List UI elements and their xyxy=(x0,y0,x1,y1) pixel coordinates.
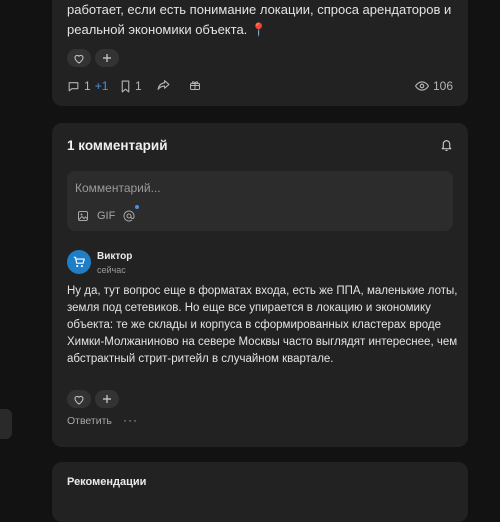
post-card: работает, если есть понимание локации, с… xyxy=(52,0,468,106)
heart-icon xyxy=(74,395,84,405)
bookmarks-count[interactable]: 1 xyxy=(120,79,142,93)
post-text: работает, если есть понимание локации, с… xyxy=(67,2,452,37)
cart-icon xyxy=(73,256,85,268)
comments-title: 1 комментарий xyxy=(67,138,168,153)
eye-icon xyxy=(414,81,429,91)
pin-emoji: 📍 xyxy=(250,22,268,37)
recommendations-card: Рекомендации xyxy=(52,462,468,522)
reply-button[interactable]: Ответить xyxy=(67,415,112,427)
avatar[interactable] xyxy=(67,250,91,274)
comments-new: +1 xyxy=(94,79,109,93)
heart-icon xyxy=(74,54,84,64)
recommendations-title: Рекомендации xyxy=(67,476,147,488)
notification-dot xyxy=(135,205,140,209)
comment-add-reaction-button[interactable] xyxy=(95,390,119,408)
subscribe-button[interactable] xyxy=(440,138,453,157)
comment-like-button[interactable] xyxy=(67,390,91,408)
mention-button[interactable] xyxy=(123,205,140,223)
comment-composer[interactable]: Комментарий... GIF xyxy=(67,171,453,231)
more-options-button[interactable]: ··· xyxy=(123,413,138,427)
comments-count[interactable]: 1 +1 xyxy=(67,79,108,93)
add-reaction-button[interactable] xyxy=(95,49,119,67)
share-button[interactable] xyxy=(157,79,170,91)
left-sidebar-tab[interactable] xyxy=(0,409,12,439)
comment-input[interactable]: Комментарий... xyxy=(75,181,161,195)
comment-icon xyxy=(68,81,79,91)
at-icon xyxy=(123,210,135,222)
post-stats: 1 +1 1 106 xyxy=(67,79,453,97)
plus-icon xyxy=(103,54,111,62)
bell-icon xyxy=(441,140,452,151)
comments-card: 1 комментарий Комментарий... GIF Виктор … xyxy=(52,123,468,447)
image-icon xyxy=(78,211,88,221)
comment-author[interactable]: Виктор xyxy=(97,251,132,262)
comment-time: сейчас xyxy=(97,265,126,275)
gift-icon xyxy=(190,81,200,90)
bookmark-icon xyxy=(121,80,130,92)
like-button[interactable] xyxy=(67,49,91,67)
image-attach-button[interactable] xyxy=(77,209,89,223)
comment-text: Ну да, тут вопрос еще в форматах входа, … xyxy=(67,285,458,365)
plus-icon xyxy=(103,395,111,403)
donate-button[interactable] xyxy=(189,79,201,91)
views-count: 106 xyxy=(414,79,453,93)
gif-button[interactable]: GIF xyxy=(97,209,115,223)
share-icon xyxy=(157,80,170,90)
